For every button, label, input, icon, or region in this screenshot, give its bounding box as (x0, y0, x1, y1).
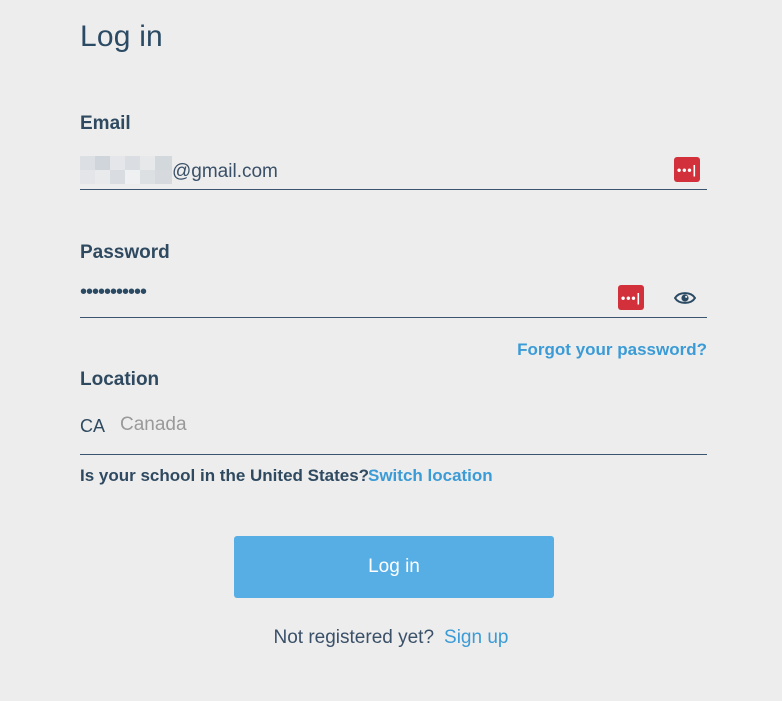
page-title: Log in (80, 20, 163, 53)
password-field[interactable]: ••••••••••• •••| (80, 278, 707, 318)
password-label: Password (80, 242, 170, 263)
email-value: @gmail.com (80, 156, 278, 186)
location-country-code: CA (80, 416, 106, 436)
email-label: Email (80, 113, 131, 134)
switch-location-link[interactable]: Switch location (368, 466, 493, 486)
location-input[interactable] (120, 414, 680, 436)
login-button[interactable]: Log in (234, 536, 554, 598)
email-field[interactable]: @gmail.com •••| (80, 150, 707, 190)
eye-icon[interactable] (674, 290, 696, 306)
redacted-email-username (80, 156, 172, 184)
login-page: Log in Email @gmail.com •••| Password •• (0, 0, 782, 701)
password-masked-value: ••••••••••• (80, 281, 147, 303)
password-manager-icon[interactable]: •••| (618, 285, 644, 310)
location-field[interactable]: CA (80, 406, 707, 455)
not-registered-text: Not registered yet? (273, 627, 435, 648)
password-manager-icon[interactable]: •••| (674, 157, 700, 182)
forgot-password-link[interactable]: Forgot your password? (517, 340, 707, 360)
us-school-question: Is your school in the United States? (80, 466, 370, 485)
location-label: Location (80, 369, 160, 390)
signup-row: Not registered yet? Sign up (0, 627, 782, 649)
email-suffix: @gmail.com (172, 161, 278, 183)
sign-up-link[interactable]: Sign up (444, 627, 508, 648)
